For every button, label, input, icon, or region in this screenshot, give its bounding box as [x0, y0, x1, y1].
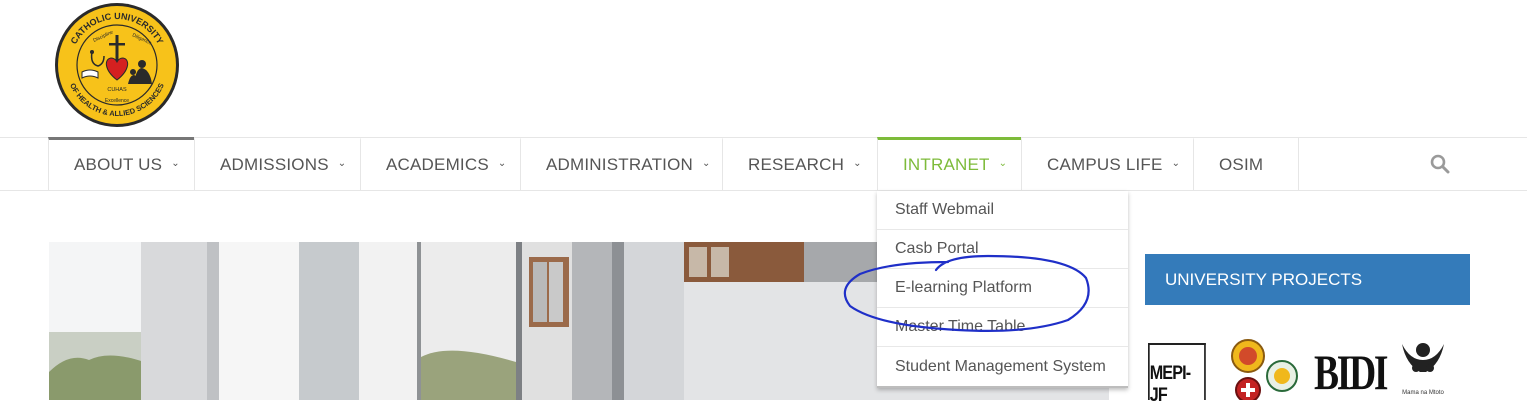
nav-item-intranet[interactable]: INTRANET ⌄	[877, 137, 1021, 191]
university-projects-heading: UNIVERSITY PROJECTS	[1145, 254, 1470, 305]
nav-item-campus-life[interactable]: CAMPUS LIFE ⌄	[1021, 137, 1193, 191]
nav-item-label: ABOUT US	[74, 154, 163, 174]
nav-item-research[interactable]: RESEARCH ⌄	[722, 137, 877, 191]
partner-seals-logo[interactable]	[1228, 338, 1300, 400]
chevron-down-icon: ⌄	[998, 158, 1008, 169]
svg-text:Mama na Mtoto: Mama na Mtoto	[1402, 390, 1444, 396]
nav-item-administration[interactable]: ADMINISTRATION ⌄	[520, 137, 722, 191]
mama-na-mtoto-logo[interactable]: Mama na Mtoto	[1396, 338, 1450, 400]
chevron-down-icon: ⌄	[702, 158, 711, 169]
menu-item-elearning-platform[interactable]: E-learning Platform	[877, 269, 1128, 308]
svg-text:CUHAS: CUHAS	[107, 87, 127, 93]
nav-item-osim[interactable]: OSIM	[1193, 137, 1298, 191]
chevron-down-icon: ⌄	[1171, 158, 1181, 169]
main-navigation: ABOUT US ⌄ ADMISSIONS ⌄ ACADEMICS ⌄ ADMI…	[0, 137, 1527, 191]
nav-divider	[1298, 137, 1299, 191]
nav-item-label: ADMINISTRATION	[546, 154, 693, 174]
nav-item-label: RESEARCH	[748, 154, 845, 174]
svg-text:Excellence: Excellence	[105, 98, 129, 104]
site-header: CATHOLIC UNIVERSITY OF HEALTH & ALLIED S…	[0, 0, 1527, 137]
menu-item-master-time-table[interactable]: Master Time Table	[877, 308, 1128, 347]
menu-item-casb-portal[interactable]: Casb Portal	[877, 230, 1128, 269]
chevron-down-icon: ⌄	[337, 158, 347, 169]
university-logo[interactable]: CATHOLIC UNIVERSITY OF HEALTH & ALLIED S…	[54, 2, 180, 128]
nav-item-academics[interactable]: ACADEMICS ⌄	[360, 137, 520, 191]
nav-item-admissions[interactable]: ADMISSIONS ⌄	[194, 137, 360, 191]
nav-item-label: OSIM	[1219, 154, 1264, 174]
menu-item-student-management-system[interactable]: Student Management System	[877, 347, 1128, 386]
mepi-jf-logo[interactable]: MEPI-JF	[1148, 343, 1206, 406]
intranet-dropdown-menu: Staff Webmail Casb Portal E-learning Pla…	[877, 191, 1128, 388]
bidi-logo[interactable]: BIDI	[1314, 344, 1389, 400]
menu-item-staff-webmail[interactable]: Staff Webmail	[877, 191, 1128, 230]
chevron-down-icon: ⌄	[497, 158, 507, 169]
nav-item-label: INTRANET	[903, 154, 990, 174]
chevron-down-icon: ⌄	[171, 158, 180, 169]
nav-item-label: ADMISSIONS	[220, 154, 329, 174]
nav-item-label: ACADEMICS	[386, 154, 489, 174]
nav-item-about-us[interactable]: ABOUT US ⌄	[48, 137, 194, 191]
chevron-down-icon: ⌄	[853, 158, 862, 169]
search-icon[interactable]	[1430, 154, 1450, 174]
nav-item-label: CAMPUS LIFE	[1047, 154, 1163, 174]
